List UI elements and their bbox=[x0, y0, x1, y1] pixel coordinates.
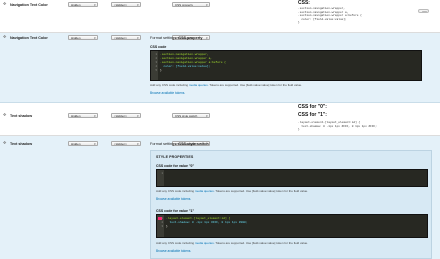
label-display-select[interactable]: Hidden ▾ bbox=[68, 141, 98, 146]
css-code-editor[interactable]: 1 2 3 4 5 .section-navigation-wrapper, .… bbox=[150, 50, 422, 81]
region-select[interactable]: <Hidden> ▾ bbox=[111, 2, 141, 7]
field-row-navigation-text-color: ✥ Navigation Text Color Hidden ▾ <Hidden>… bbox=[0, 0, 440, 33]
drag-handle-icon[interactable]: ✥ bbox=[3, 141, 7, 145]
chevron-down-icon: ▾ bbox=[94, 114, 96, 118]
css-code-label: CSS code bbox=[150, 45, 167, 49]
drag-handle-icon[interactable]: ✥ bbox=[3, 35, 7, 39]
field-label: Navigation Text Color bbox=[10, 36, 48, 40]
css-value-1-heading: CSS for "1": bbox=[298, 112, 327, 118]
chevron-down-icon: ▾ bbox=[206, 114, 208, 118]
css-help-text: Add any CSS code including media queries… bbox=[156, 189, 309, 193]
chevron-down-icon: ▾ bbox=[137, 3, 139, 7]
region-select[interactable]: <Hidden> ▾ bbox=[111, 35, 141, 40]
label-display-select[interactable]: Hidden ▾ bbox=[68, 35, 98, 40]
format-settings-gear-button[interactable] bbox=[418, 9, 429, 13]
css-value-1-editor[interactable]: 1 2 3 .layout-element-[layout_element:id… bbox=[156, 214, 428, 238]
css-value-1-label: CSS code for value "1" bbox=[156, 209, 195, 213]
css-value-0-editor[interactable]: 1 bbox=[156, 169, 428, 187]
region-select[interactable]: <Hidden> ▾ bbox=[111, 141, 141, 146]
browse-tokens-link[interactable]: Browse available tokens. bbox=[156, 197, 191, 201]
style-properties-title: STYLE PROPERTIES bbox=[156, 155, 194, 159]
drag-handle-icon[interactable]: ✥ bbox=[3, 2, 7, 6]
style-properties-fieldset: STYLE PROPERTIES CSS code for value "0" … bbox=[150, 150, 432, 259]
drag-handle-icon[interactable]: ✥ bbox=[3, 113, 7, 117]
format-settings-title: Format settings: CSS property bbox=[150, 36, 203, 40]
chevron-down-icon: ▾ bbox=[94, 3, 96, 7]
field-label: Text shadow bbox=[10, 142, 33, 146]
label-display-select[interactable]: Hidden ▾ bbox=[68, 2, 98, 7]
field-label: Text shadow bbox=[10, 114, 33, 118]
field-row-text-shadow-settings: ✥ Text shadow Hidden ▾ <Hidden> ▾ CSS styl… bbox=[0, 136, 440, 259]
css-value-0-label: CSS code for value "0" bbox=[156, 164, 195, 168]
formatter-select[interactable]: CSS style switch ▾ bbox=[172, 113, 210, 118]
chevron-down-icon: ▾ bbox=[94, 142, 96, 146]
browse-tokens-link[interactable]: Browse available tokens. bbox=[156, 249, 191, 253]
browse-tokens-link[interactable]: Browse available tokens. bbox=[150, 91, 185, 95]
chevron-down-icon: ▾ bbox=[94, 36, 96, 40]
media-queries-link[interactable]: media queries bbox=[189, 83, 208, 87]
css-help-text: Add any CSS code including media queries… bbox=[156, 241, 309, 245]
chevron-down-icon: ▾ bbox=[206, 3, 208, 7]
css-value-0-heading: CSS for "0": bbox=[298, 104, 327, 110]
chevron-down-icon: ▾ bbox=[137, 36, 139, 40]
css-summary-heading: CSS: bbox=[298, 0, 310, 6]
formatter-select[interactable]: CSS property ▾ bbox=[172, 2, 210, 7]
media-queries-link[interactable]: media queries bbox=[195, 189, 214, 193]
css-summary-code: .section-navigation-wrapper, .section-na… bbox=[298, 7, 362, 25]
css-summary-code: .layout-element-[layout_element:id] { te… bbox=[298, 121, 377, 132]
chevron-down-icon: ▾ bbox=[137, 114, 139, 118]
field-label: Navigation Text Color bbox=[10, 3, 48, 7]
format-settings-title: Format settings: CSS style switch bbox=[150, 142, 209, 146]
chevron-down-icon: ▾ bbox=[137, 142, 139, 146]
field-row-text-shadow: ✥ Text shadow Hidden ▾ <Hidden> ▾ CSS styl… bbox=[0, 103, 440, 136]
chevron-down-icon: ▾ bbox=[206, 36, 208, 40]
css-help-text: Add any CSS code including media queries… bbox=[150, 83, 303, 87]
media-queries-link[interactable]: media queries bbox=[195, 241, 214, 245]
field-row-navigation-text-color-settings: ✥ Navigation Text Color Hidden ▾ <Hidden>… bbox=[0, 33, 440, 103]
region-select[interactable]: <Hidden> ▾ bbox=[111, 113, 141, 118]
label-display-select[interactable]: Hidden ▾ bbox=[68, 113, 98, 118]
